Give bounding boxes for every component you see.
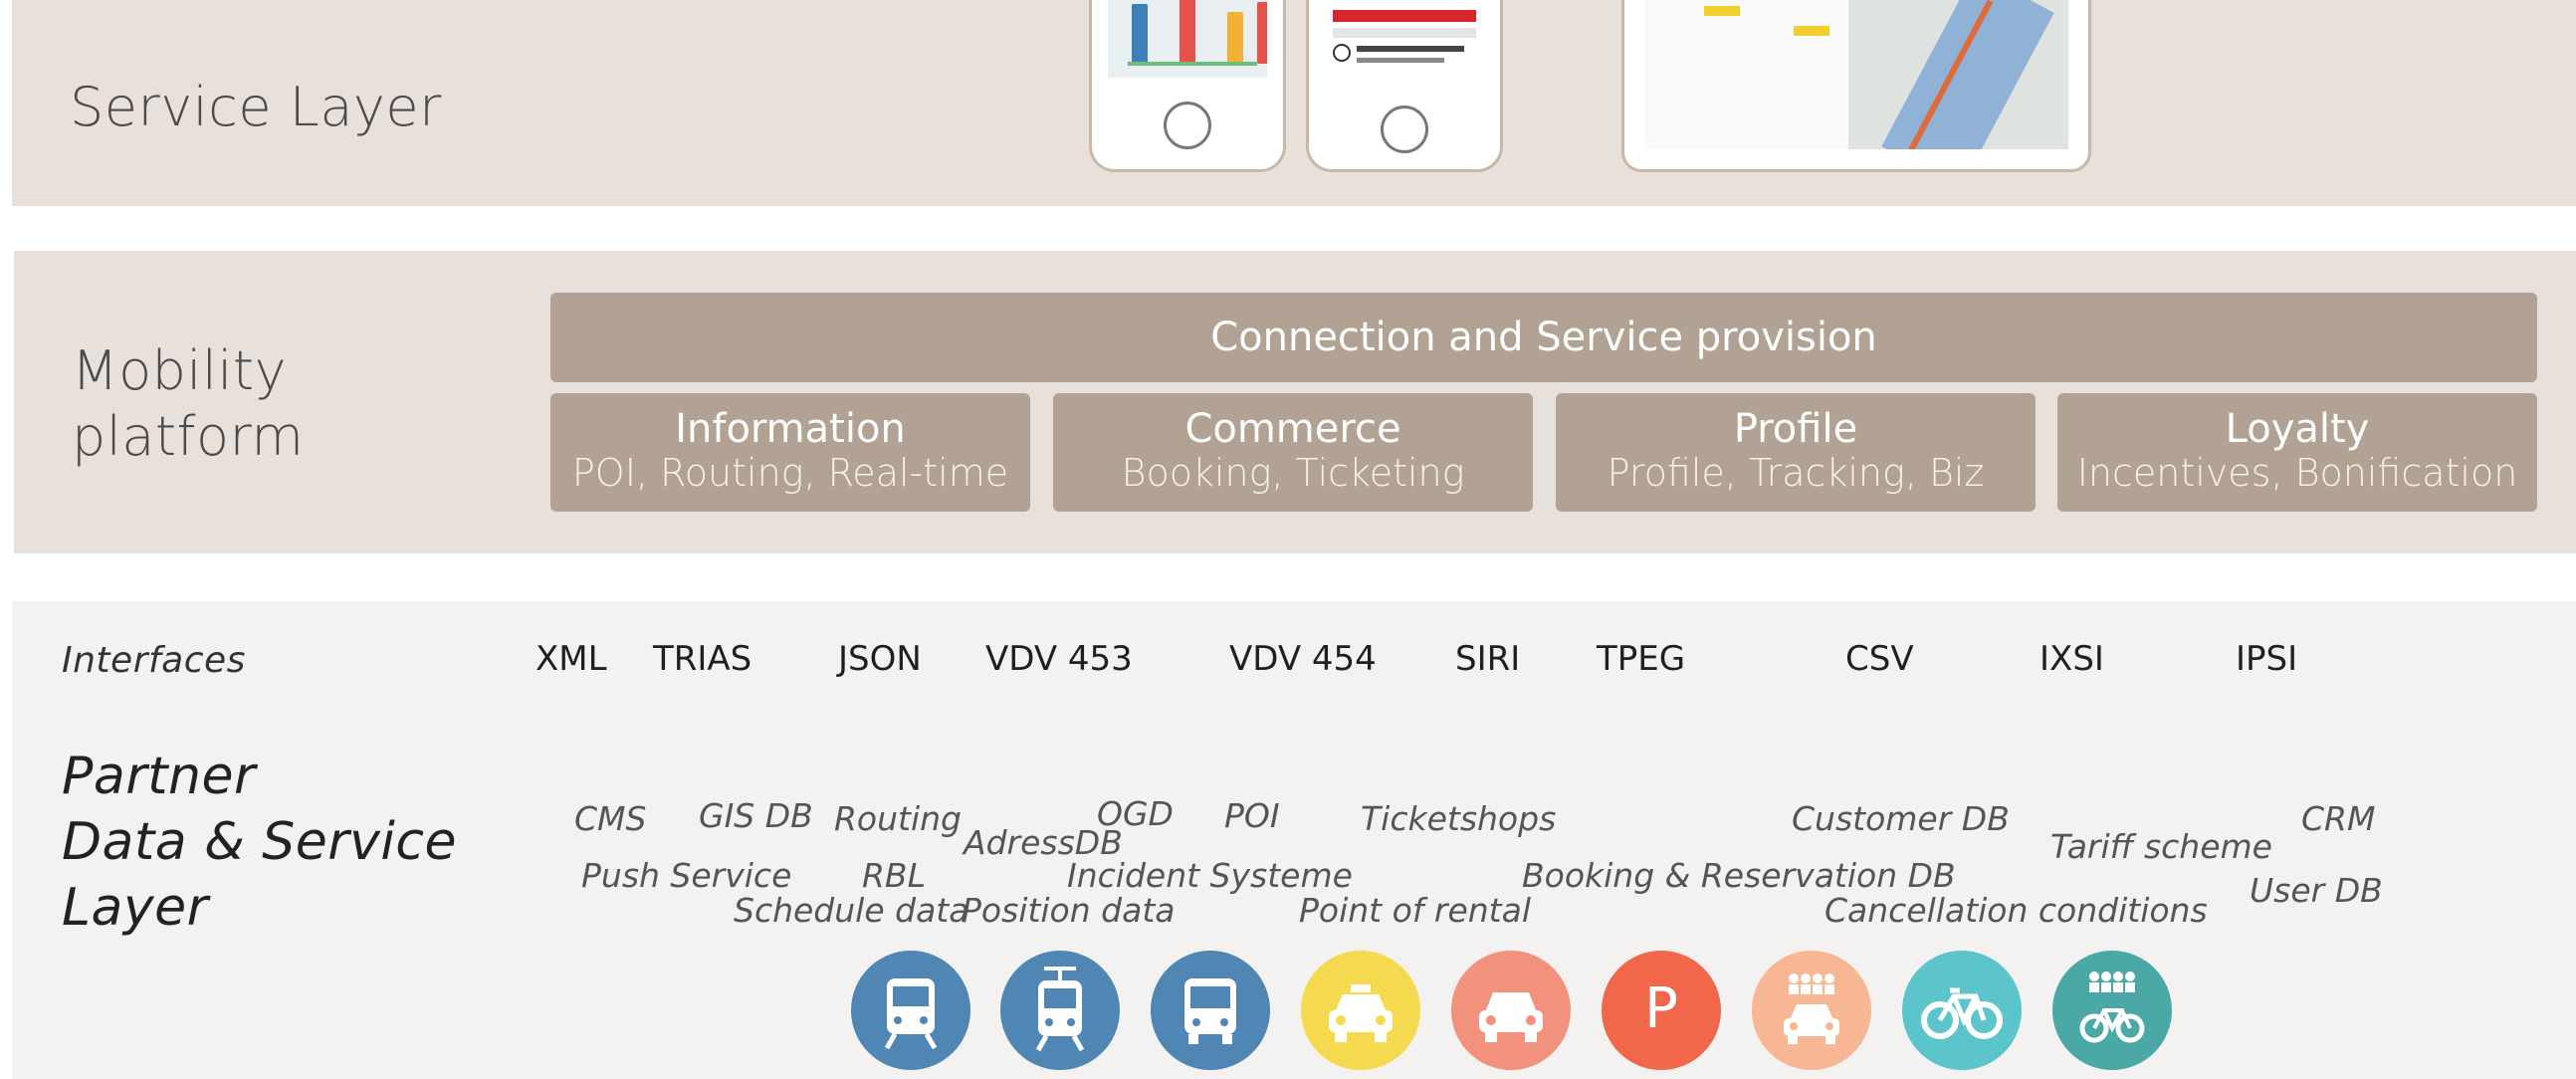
partner-item: CMS xyxy=(574,799,647,838)
partner-title-line2: Data & Service xyxy=(62,812,457,872)
partner-item: Booking & Reservation DB xyxy=(1522,856,1956,895)
service-layer-title: Service Layer xyxy=(70,76,442,138)
bike-icon xyxy=(1902,951,2022,1070)
partner-item: User DB xyxy=(2250,871,2383,910)
partner-item: Push Service xyxy=(581,856,792,895)
interface-vdv454: VDV 454 xyxy=(1229,639,1377,679)
partner-title-line3: Layer xyxy=(62,878,209,938)
interface-siri: SIRI xyxy=(1455,639,1521,679)
information-box: Information POI, Routing, Real-time xyxy=(550,393,1030,512)
phone-app-screenshot xyxy=(1089,0,1286,172)
interface-ipsi: IPSI xyxy=(2236,639,2298,679)
partner-layer-title: Partner Data & Service Layer xyxy=(62,744,457,941)
interface-csv: CSV xyxy=(1845,639,1914,679)
train-icon xyxy=(851,951,970,1070)
car-icon xyxy=(1451,951,1571,1070)
interfaces-title: Interfaces xyxy=(62,640,246,681)
information-subtitle: POI, Routing, Real-time xyxy=(571,451,1009,495)
tram-icon xyxy=(1000,951,1120,1070)
parking-label: P xyxy=(1644,976,1678,1041)
commerce-subtitle: Booking, Ticketing xyxy=(1121,451,1465,495)
phone-screen xyxy=(1108,0,1267,78)
tablet-screen xyxy=(1644,0,2068,149)
carsharing-icon xyxy=(1752,951,1871,1070)
partner-item: Cancellation conditions xyxy=(1825,891,2208,930)
interface-vdv453: VDV 453 xyxy=(985,639,1133,679)
partner-item: RBL xyxy=(862,856,926,895)
interface-json: JSON xyxy=(838,639,922,679)
interface-tpeg: TPEG xyxy=(1597,639,1686,679)
phone-app-screenshot xyxy=(1306,0,1503,172)
taxi-icon xyxy=(1301,951,1420,1070)
commerce-box: Commerce Booking, Ticketing xyxy=(1053,393,1533,512)
partner-item: Customer DB xyxy=(1792,799,2010,838)
partner-item: CRM xyxy=(2301,799,2376,838)
profile-title: Profile xyxy=(1733,406,1858,452)
information-title: Information xyxy=(675,406,906,452)
profile-box: Profile Profile, Tracking, Biz xyxy=(1556,393,2036,512)
partner-item: POI xyxy=(1224,796,1280,835)
bikesharing-icon xyxy=(2052,951,2172,1070)
partner-item: Position data xyxy=(962,891,1176,930)
mobility-title-line1: Mobility xyxy=(72,339,288,402)
loyalty-box: Loyalty Incentives, Bonification xyxy=(2057,393,2537,512)
commerce-title: Commerce xyxy=(1184,406,1401,452)
phone-screen xyxy=(1325,0,1484,72)
partner-item: Incident Systeme xyxy=(1067,856,1353,895)
partner-item: Tariff scheme xyxy=(2050,827,2272,866)
profile-subtitle: Profile, Tracking, Biz xyxy=(1607,451,1985,495)
parking-icon: P xyxy=(1602,951,1721,1070)
partner-item: GIS DB xyxy=(699,796,813,835)
loyalty-subtitle: Incentives, Bonification xyxy=(2076,451,2518,495)
home-button-icon xyxy=(1164,102,1211,149)
partner-item: Routing xyxy=(834,799,963,838)
mobility-title-line2: platform xyxy=(72,405,305,468)
mobility-platform-title: Mobility platform xyxy=(72,338,304,470)
connection-service-label: Connection and Service provision xyxy=(1210,315,1877,360)
interface-trias: TRIAS xyxy=(653,639,752,679)
interface-xml: XML xyxy=(536,639,607,679)
partner-item: Schedule data xyxy=(734,891,969,930)
partner-item: Point of rental xyxy=(1299,891,1532,930)
home-button-icon xyxy=(1381,106,1428,153)
partner-title-line1: Partner xyxy=(62,747,256,806)
bus-icon xyxy=(1151,951,1270,1070)
connection-service-box: Connection and Service provision xyxy=(550,293,2537,382)
tablet-app-screenshot xyxy=(1621,0,2091,172)
partner-item: Ticketshops xyxy=(1361,799,1557,838)
interface-ixsi: IXSI xyxy=(2039,639,2104,679)
loyalty-title: Loyalty xyxy=(2225,406,2370,452)
